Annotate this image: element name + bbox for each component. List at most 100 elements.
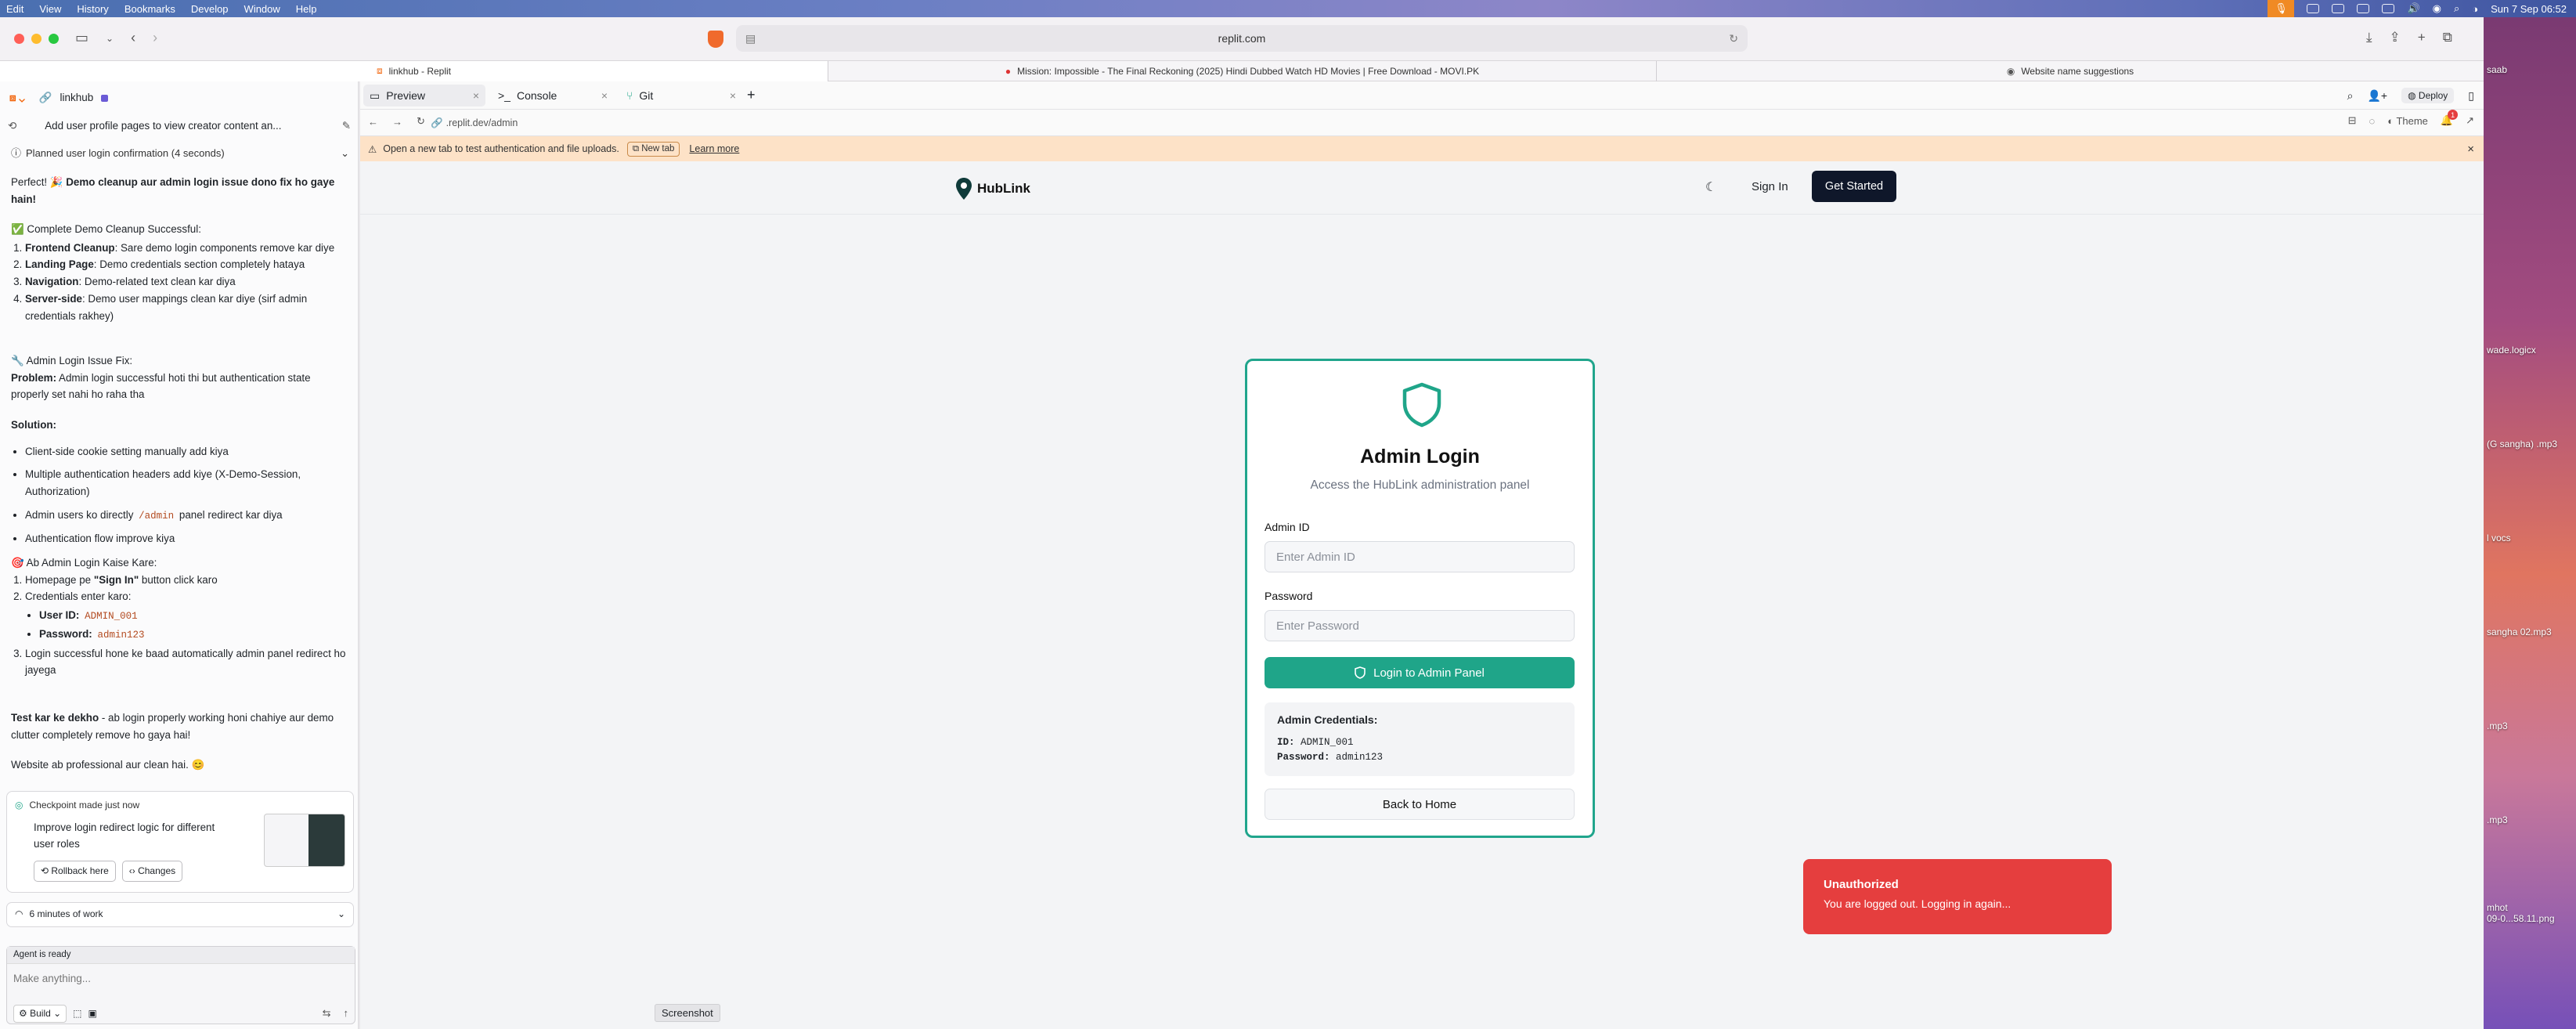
close-icon[interactable]: × xyxy=(601,89,608,102)
chat-input[interactable]: Make anything... xyxy=(7,964,355,997)
browser-tab-replit[interactable]: ⧈ linkhub - Replit xyxy=(0,60,828,81)
open-external-icon[interactable]: ↗ xyxy=(2466,114,2474,127)
moon-icon[interactable]: ☾ xyxy=(1705,179,1716,195)
project-header: ⧈ ⌄ 🔗 linkhub xyxy=(9,89,109,107)
search-icon[interactable]: ⌕ xyxy=(2347,89,2354,103)
tab-preview[interactable]: ▭ Preview × xyxy=(363,85,485,107)
browser-tab-suggestions[interactable]: ◉ Website name suggestions xyxy=(1657,61,2484,81)
speed-icon: ◠ xyxy=(15,908,23,920)
status-icon[interactable] xyxy=(2332,4,2345,13)
screenshot-label: Screenshot xyxy=(655,1004,720,1022)
volume-icon[interactable]: 🔊 xyxy=(2407,2,2419,15)
project-name[interactable]: linkhub xyxy=(60,89,93,107)
devices-icon[interactable]: ⊟ xyxy=(2348,114,2357,127)
desktop-file[interactable]: saab xyxy=(2487,64,2507,75)
layout-icon[interactable]: ▯ xyxy=(2468,89,2474,103)
planned-step[interactable]: ⓘ Planned user login confirmation (4 sec… xyxy=(11,146,349,161)
menu-window[interactable]: Window xyxy=(244,3,280,15)
settings-sliders-icon[interactable]: ⇆ xyxy=(323,1005,331,1021)
back-icon[interactable]: ‹ xyxy=(131,30,135,46)
sidebar-icon[interactable]: ▭ xyxy=(75,30,88,46)
login-submit-button[interactable]: Login to Admin Panel xyxy=(1265,657,1575,688)
forward-icon[interactable]: → xyxy=(392,116,402,128)
menu-history[interactable]: History xyxy=(77,3,108,15)
tab-overview-icon[interactable]: ⧉ xyxy=(2443,30,2452,45)
theme-button[interactable]: ◐ Theme xyxy=(2387,115,2428,127)
menu-help[interactable]: Help xyxy=(296,3,317,15)
hublink-logo[interactable]: HubLink xyxy=(955,177,1030,200)
share-icon[interactable]: ⇪ xyxy=(2390,30,2401,45)
browser-tab-movie[interactable]: ● Mission: Impossible - The Final Reckon… xyxy=(828,60,1657,81)
preview-url[interactable]: 🔗 .replit.dev/admin xyxy=(431,113,2153,133)
task-title[interactable]: Add user profile pages to view creator c… xyxy=(45,117,281,135)
reload-icon[interactable]: ↻ xyxy=(1729,32,1738,45)
learn-more-link[interactable]: Learn more xyxy=(689,143,739,154)
control-center-icon[interactable]: ◑ xyxy=(2472,3,2478,15)
back-to-home-button[interactable]: Back to Home xyxy=(1265,789,1575,820)
search-icon[interactable]: ⌕ xyxy=(2454,2,2459,15)
replit-menu-icon[interactable]: ⧈ ⌄ xyxy=(9,89,25,107)
desktop-file[interactable]: .mp3 xyxy=(2487,720,2508,731)
chevron-down-icon[interactable]: ⌄ xyxy=(337,907,345,922)
close-window-button[interactable] xyxy=(14,34,24,44)
admin-id-input[interactable]: Enter Admin ID xyxy=(1265,541,1575,572)
menu-bookmarks[interactable]: Bookmarks xyxy=(124,3,175,15)
battery-icon[interactable] xyxy=(2382,4,2395,13)
history-icon[interactable]: ⟲ xyxy=(8,117,16,135)
microphone-icon[interactable]: 🎙 xyxy=(2268,0,2295,17)
attach-icon[interactable]: ⬚ xyxy=(73,1006,81,1021)
checkpoint-thumbnail[interactable] xyxy=(264,814,345,867)
close-icon[interactable]: × xyxy=(730,89,736,102)
menu-edit[interactable]: Edit xyxy=(6,3,23,15)
desktop-file[interactable]: sangha 02.mp3 xyxy=(2487,626,2552,637)
forward-icon[interactable]: › xyxy=(153,30,157,46)
new-tab-button[interactable]: ⧉ New tab xyxy=(626,141,680,157)
invite-icon[interactable]: 👤+ xyxy=(2368,89,2388,103)
desktop-file[interactable]: mhot 09-0...58.11.png xyxy=(2487,902,2555,924)
status-icon[interactable] xyxy=(2357,4,2370,13)
menu-view[interactable]: View xyxy=(39,3,61,15)
close-icon[interactable]: × xyxy=(473,89,479,102)
page-settings-icon[interactable]: ▤ xyxy=(745,32,756,45)
sign-in-button[interactable]: Sign In xyxy=(1752,180,1788,193)
desktop-file[interactable]: .mp3 xyxy=(2487,814,2508,825)
menu-develop[interactable]: Develop xyxy=(191,3,229,15)
new-tab-icon[interactable]: + xyxy=(2418,30,2426,45)
download-icon[interactable]: ⤓ xyxy=(2366,30,2372,45)
wifi-icon[interactable]: ◉ xyxy=(2433,2,2441,15)
add-tab-icon[interactable]: + xyxy=(747,87,756,103)
notification-icon[interactable]: 🔔 1 xyxy=(2441,110,2459,127)
back-icon[interactable]: ← xyxy=(368,116,378,128)
changes-button[interactable]: ‹› Changes xyxy=(121,861,183,883)
tab-console[interactable]: >_ Console × xyxy=(492,85,614,107)
image-icon[interactable]: ▣ xyxy=(88,1006,97,1021)
chevron-down-icon[interactable]: ⌄ xyxy=(106,33,114,44)
minimize-window-button[interactable] xyxy=(31,34,41,44)
work-summary[interactable]: ◠ 6 minutes of work ⌄ xyxy=(6,902,354,927)
menubar-menu: Edit View History Bookmarks Develop Wind… xyxy=(0,0,2576,17)
get-started-button[interactable]: Get Started xyxy=(1812,171,1896,202)
chevron-down-icon[interactable]: ⌄ xyxy=(341,145,349,161)
rollback-button[interactable]: ⟲ Rollback here xyxy=(34,861,116,883)
build-mode-button[interactable]: ⚙ Build ⌄ xyxy=(13,1005,67,1024)
url-bar[interactable]: ▤ replit.com ↻ xyxy=(736,25,1748,52)
tab-git[interactable]: ⑂ Git × xyxy=(620,85,742,107)
list-item: Admin users ko directly /admin panel red… xyxy=(25,507,348,524)
unauthorized-toast[interactable]: Unauthorized You are logged out. Logging… xyxy=(1803,859,2112,934)
new-chat-icon[interactable]: ✎ xyxy=(342,117,351,135)
zoom-window-button[interactable] xyxy=(49,34,59,44)
status-icon[interactable] xyxy=(2307,4,2320,13)
comment-icon[interactable]: ◌ xyxy=(2369,115,2375,127)
desktop-file[interactable]: (G sangha) .mp3 xyxy=(2487,439,2557,450)
send-icon[interactable]: ↑ xyxy=(344,1005,349,1021)
desktop-file[interactable]: wade.logicx xyxy=(2487,345,2536,356)
reload-icon[interactable]: ↻ xyxy=(417,115,425,128)
problem-text: Problem: Admin login successful hoti thi… xyxy=(11,371,311,401)
close-icon[interactable]: × xyxy=(2467,143,2474,156)
url-text: replit.com xyxy=(1218,32,1266,45)
menubar-clock[interactable]: Sun 7 Sep 06:52 xyxy=(2491,3,2567,15)
brave-shield-icon[interactable] xyxy=(708,31,723,48)
password-input[interactable]: Enter Password xyxy=(1265,610,1575,641)
desktop-file[interactable]: l vocs xyxy=(2487,533,2511,543)
deploy-button[interactable]: ◍ Deploy xyxy=(2401,88,2455,103)
